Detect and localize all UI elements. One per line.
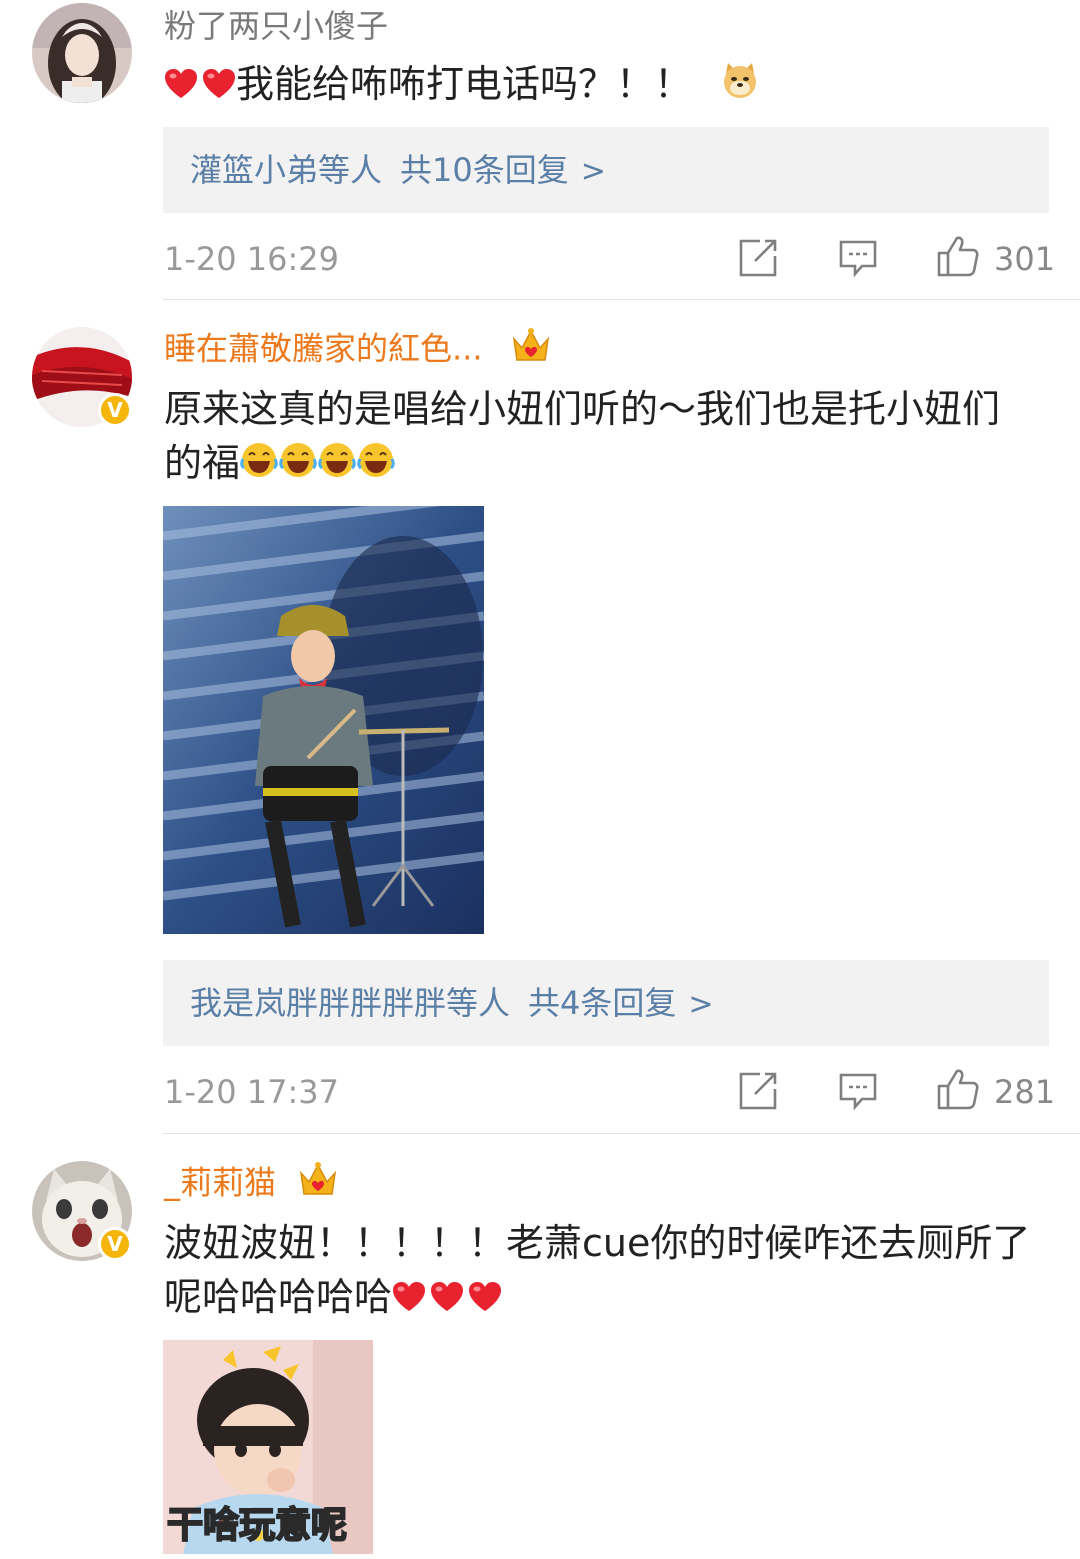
heart-emoji-icon [164, 60, 198, 114]
comment-icon[interactable] [838, 1071, 878, 1115]
comment-card: V 睡在蕭敬騰家的紅色... 原来这真的是唱给小妞们听的～我们也是托小妞们 的福 [0, 300, 1080, 1134]
reply-count: 共10条回复 [400, 151, 569, 189]
comment-text: 我能给咘咘打电话吗？！！ [164, 57, 1054, 114]
comment-text-line: 原来这真的是唱给小妞们听的～我们也是托小妞们 [164, 387, 1001, 431]
comment-text-line: 的福 [164, 436, 1054, 493]
reply-preview[interactable]: 灌篮小弟等人 共10条回复 > [163, 127, 1049, 213]
thumbs-up-icon[interactable] [936, 234, 980, 282]
reply-preview[interactable]: 我是岚胖胖胖胖胖等人 共4条回复 > [163, 960, 1049, 1046]
like-count: 301 [994, 240, 1056, 278]
share-icon[interactable] [738, 238, 778, 282]
avatar[interactable] [32, 3, 132, 103]
comment-text: 原来这真的是唱给小妞们听的～我们也是托小妞们 的福 [164, 382, 1054, 493]
vip-crown-icon [511, 326, 551, 375]
doge-emoji-icon [720, 60, 760, 114]
vip-crown-icon [298, 1160, 338, 1209]
heart-emoji-icon [468, 1273, 502, 1327]
heart-emoji-icon [202, 60, 236, 114]
comment-text-body: 的福 [164, 441, 241, 485]
username-text: 睡在蕭敬騰家的紅色... [164, 329, 483, 368]
laughing-emoji-icons [240, 439, 396, 493]
heart-emoji-icon [392, 1273, 426, 1327]
reply-users: 灌篮小弟等人 [190, 151, 383, 189]
comment-meta: 1-20 16:29 301 [0, 234, 1080, 284]
comment-photo[interactable] [163, 506, 484, 934]
image-caption: 干啥玩意呢 [166, 1504, 348, 1547]
like-count: 281 [994, 1073, 1056, 1111]
reply-users: 我是岚胖胖胖胖胖等人 [190, 984, 511, 1022]
comment-card: V _莉莉猫 波妞波妞！！！！！老萧cue你的时候咋还去厕所了 呢哈哈哈哈哈 干… [0, 1134, 1080, 1559]
comment-text-line: 波妞波妞！！！！！老萧cue你的时候咋还去厕所了 [164, 1221, 1031, 1265]
username[interactable]: 睡在蕭敬騰家的紅色... [164, 326, 551, 375]
timestamp: 1-20 17:37 [164, 1073, 340, 1111]
comment-photo[interactable]: 干啥玩意呢 [163, 1340, 373, 1554]
verified-badge: V [98, 393, 132, 427]
share-icon[interactable] [738, 1071, 778, 1115]
comment-text-body: 呢哈哈哈哈哈 [164, 1275, 393, 1319]
username[interactable]: 粉了两只小傻子 [164, 4, 388, 48]
timestamp: 1-20 16:29 [164, 240, 340, 278]
comment-text-line: 呢哈哈哈哈哈 [164, 1270, 1054, 1327]
reply-count: 共4条回复 [528, 984, 677, 1022]
comment-meta: 1-20 17:37 281 [0, 1067, 1080, 1117]
chevron-right-icon: > [688, 987, 714, 1022]
comment-card: 粉了两只小傻子 我能给咘咘打电话吗？！！ 灌篮小弟等人 共10条回复 > 1-20 … [0, 0, 1080, 300]
thumbs-up-icon[interactable] [936, 1067, 980, 1115]
comment-icon[interactable] [838, 238, 878, 282]
comment-text: 波妞波妞！！！！！老萧cue你的时候咋还去厕所了 呢哈哈哈哈哈 [164, 1216, 1054, 1327]
verified-badge: V [98, 1227, 132, 1261]
chevron-right-icon: > [580, 154, 606, 189]
username-text: _莉莉猫 [164, 1163, 277, 1202]
heart-emoji-icon [430, 1273, 464, 1327]
comment-text-body: 我能给咘咘打电话吗？！！ [236, 62, 693, 106]
username[interactable]: _莉莉猫 [164, 1160, 338, 1209]
